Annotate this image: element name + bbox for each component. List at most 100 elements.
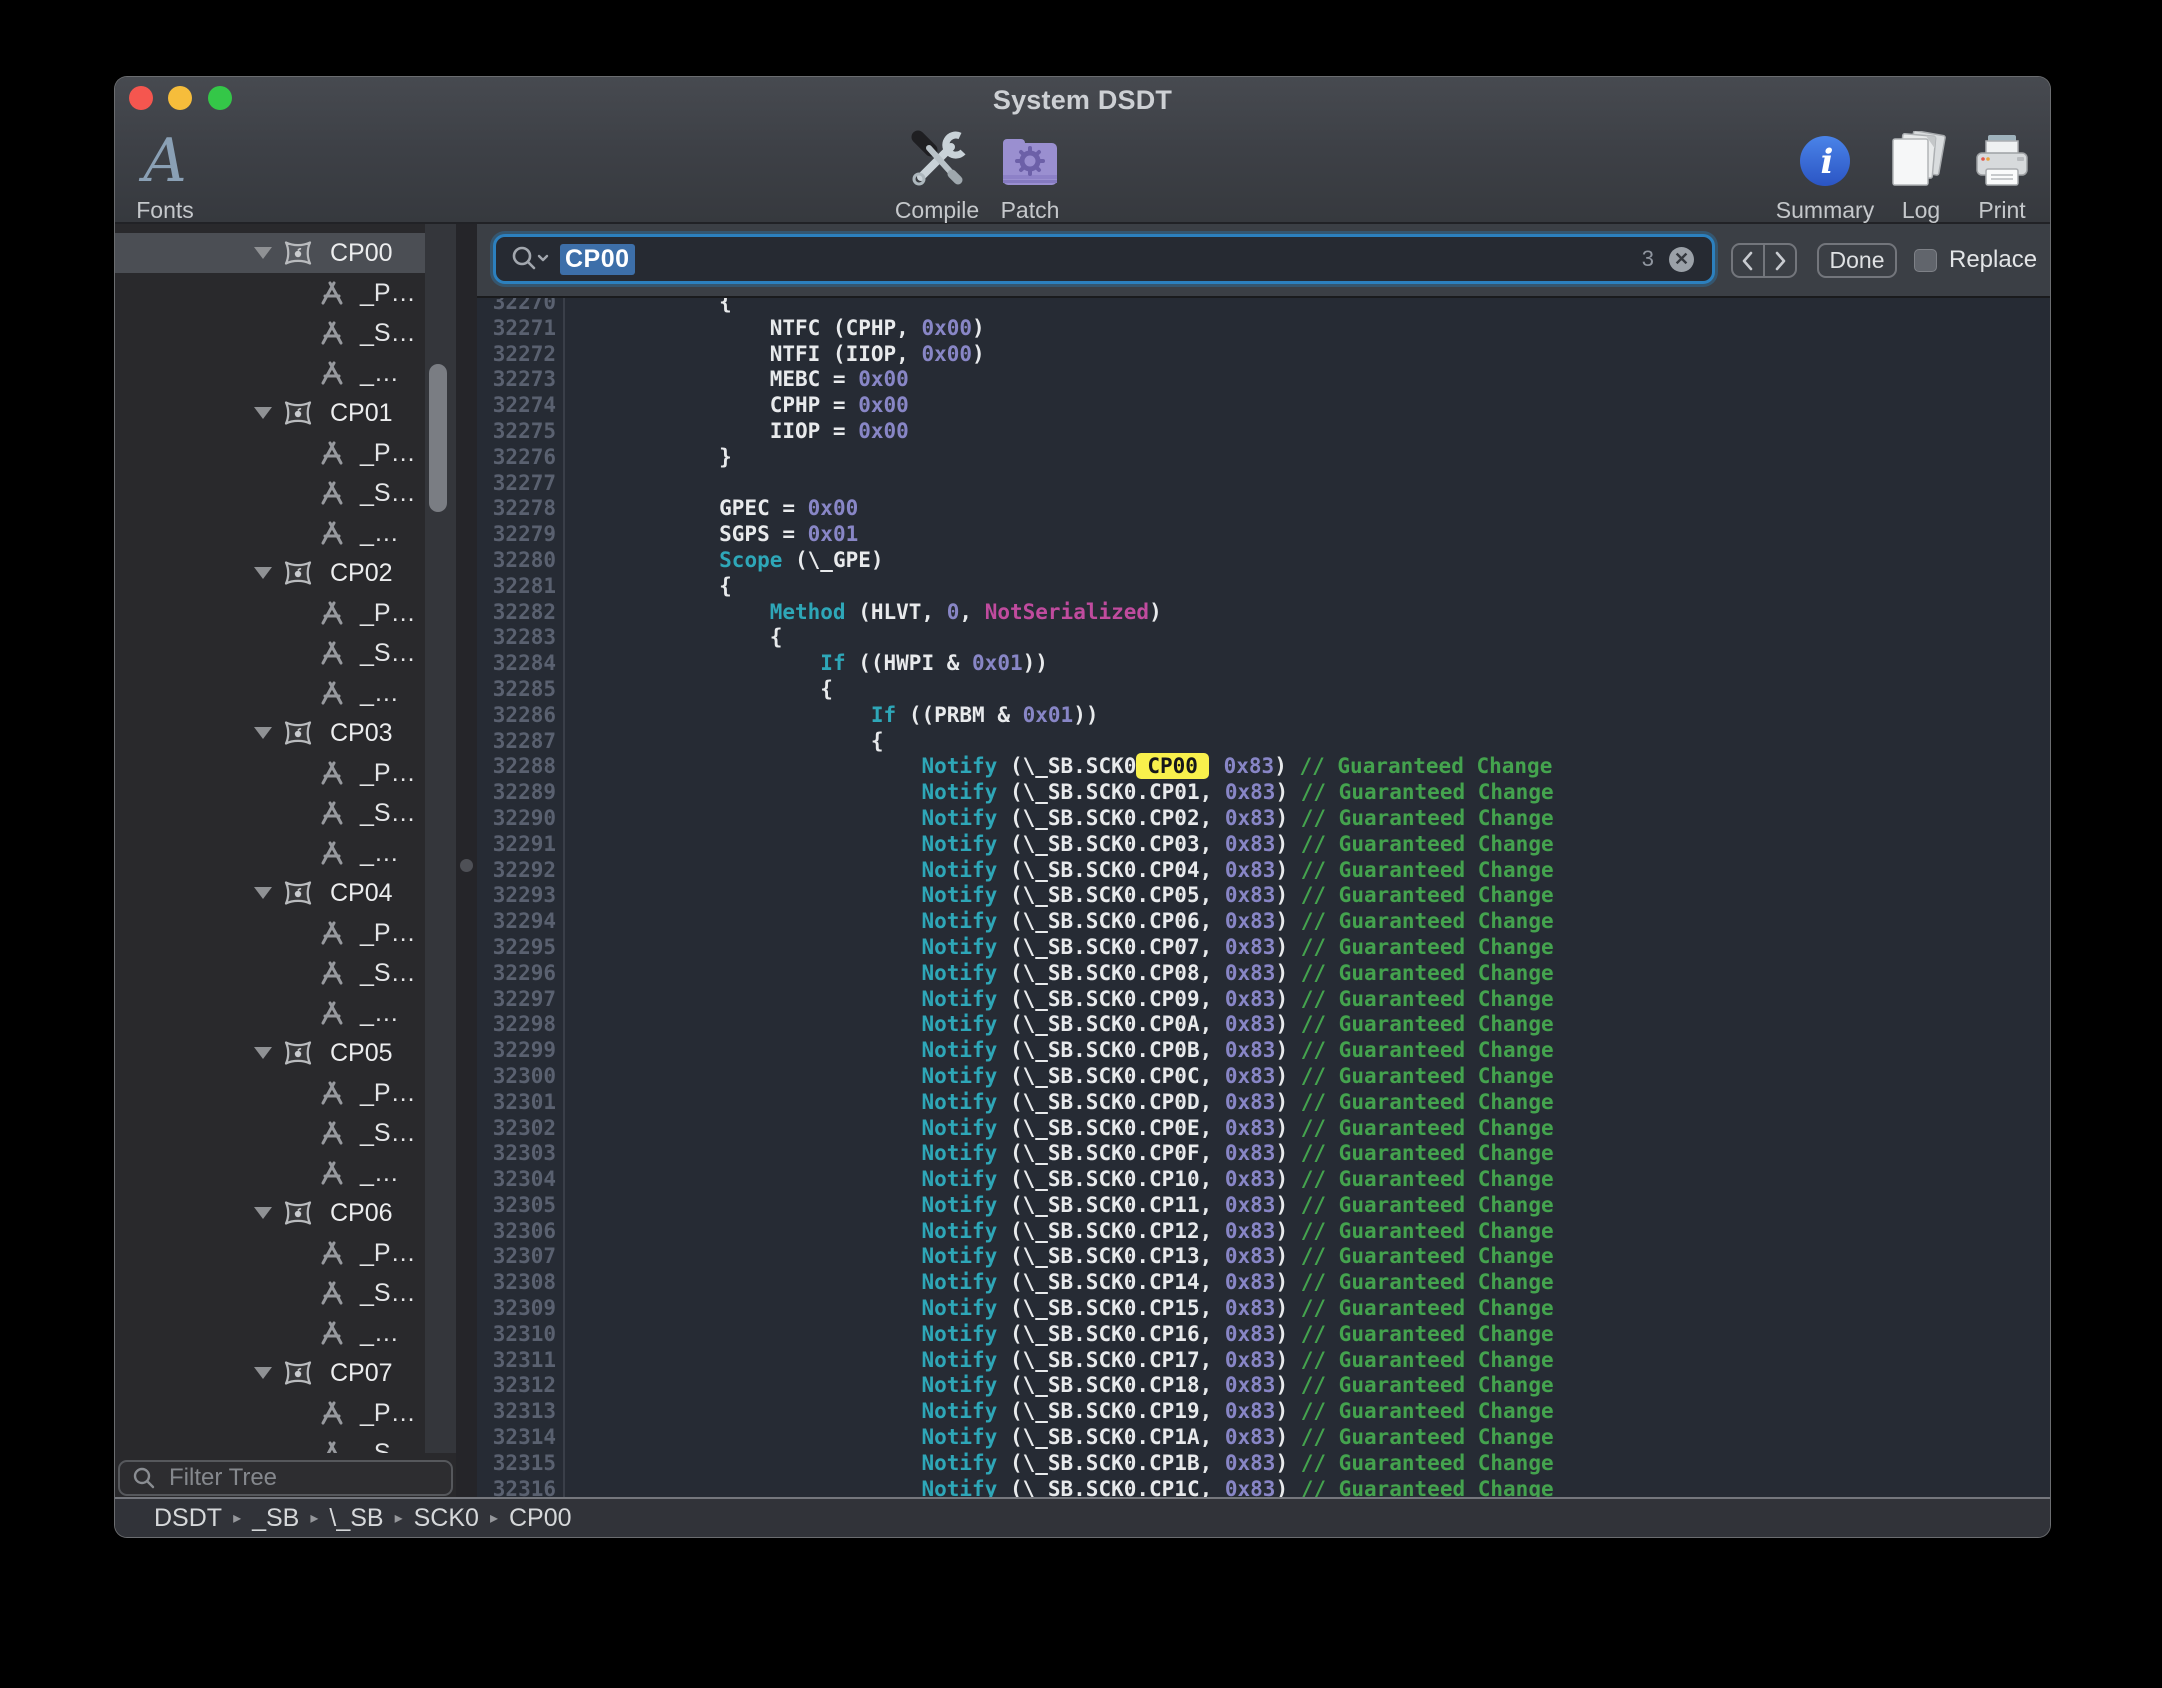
- code-line[interactable]: 32314 Notify (\_SB.SCK0.CP1A, 0x83) // G…: [477, 1425, 2050, 1451]
- disclosure-triangle-icon[interactable]: [254, 1367, 272, 1379]
- tree-scrollbar-thumb[interactable]: [429, 364, 447, 512]
- code-line[interactable]: 32290 Notify (\_SB.SCK0.CP02, 0x83) // G…: [477, 806, 2050, 832]
- disclosure-triangle-icon[interactable]: [254, 727, 272, 739]
- code-line[interactable]: 32285 {: [477, 677, 2050, 703]
- find-next-button[interactable]: [1763, 245, 1795, 276]
- code-line[interactable]: 32276 }: [477, 445, 2050, 471]
- code-line[interactable]: 32313 Notify (\_SB.SCK0.CP19, 0x83) // G…: [477, 1399, 2050, 1425]
- code-line[interactable]: 32275 IIOP = 0x00: [477, 419, 2050, 445]
- code-line[interactable]: 32273 MEBC = 0x00: [477, 367, 2050, 393]
- tree-item-cp00[interactable]: CP00: [115, 233, 456, 273]
- replace-checkbox[interactable]: [1914, 249, 1937, 272]
- tree-child-item[interactable]: _P…: [115, 1233, 456, 1273]
- code-line[interactable]: 32307 Notify (\_SB.SCK0.CP13, 0x83) // G…: [477, 1244, 2050, 1270]
- tree-item-cp07[interactable]: CP07: [115, 1353, 456, 1393]
- breadcrumb-item-sck0[interactable]: SCK0: [414, 1504, 479, 1533]
- tree-child-item[interactable]: _…: [115, 513, 456, 553]
- code-line[interactable]: 32282 Method (HLVT, 0, NotSerialized): [477, 600, 2050, 626]
- tree-item-cp05[interactable]: CP05: [115, 1033, 456, 1073]
- disclosure-triangle-icon[interactable]: [254, 567, 272, 579]
- code-line[interactable]: 32299 Notify (\_SB.SCK0.CP0B, 0x83) // G…: [477, 1038, 2050, 1064]
- tree-child-item[interactable]: _P…: [115, 273, 456, 313]
- disclosure-triangle-icon[interactable]: [254, 1207, 272, 1219]
- tree-item-cp06[interactable]: CP06: [115, 1193, 456, 1233]
- code-line[interactable]: 32312 Notify (\_SB.SCK0.CP18, 0x83) // G…: [477, 1373, 2050, 1399]
- code-line[interactable]: 32303 Notify (\_SB.SCK0.CP0F, 0x83) // G…: [477, 1141, 2050, 1167]
- acpi-tree[interactable]: CP00_P…_S…_…CP01_P…_S…_…CP02_P…_S…_…CP03…: [115, 224, 456, 1453]
- code-line[interactable]: 32274 CPHP = 0x00: [477, 393, 2050, 419]
- code-line[interactable]: 32284 If ((HWPI & 0x01)): [477, 651, 2050, 677]
- code-line[interactable]: 32310 Notify (\_SB.SCK0.CP16, 0x83) // G…: [477, 1322, 2050, 1348]
- code-line[interactable]: 32308 Notify (\_SB.SCK0.CP14, 0x83) // G…: [477, 1270, 2050, 1296]
- tree-child-item[interactable]: _P…: [115, 753, 456, 793]
- code-line[interactable]: 32309 Notify (\_SB.SCK0.CP15, 0x83) // G…: [477, 1296, 2050, 1322]
- disclosure-triangle-icon[interactable]: [254, 1047, 272, 1059]
- code-line[interactable]: 32304 Notify (\_SB.SCK0.CP10, 0x83) // G…: [477, 1167, 2050, 1193]
- tree-item-cp04[interactable]: CP04: [115, 873, 456, 913]
- tree-child-item[interactable]: _P…: [115, 1393, 456, 1433]
- breadcrumb-item-dsdt[interactable]: DSDT: [154, 1504, 222, 1533]
- code-line[interactable]: 32316 Notify (\_SB.SCK0.CP1C, 0x83) // G…: [477, 1477, 2050, 1497]
- find-previous-button[interactable]: [1733, 245, 1763, 276]
- tree-child-item[interactable]: _…: [115, 673, 456, 713]
- tree-child-item[interactable]: _S…: [115, 473, 456, 513]
- code-line[interactable]: 32283 {: [477, 625, 2050, 651]
- breadcrumb-item-_sb[interactable]: \_SB: [329, 1504, 383, 1533]
- code-line[interactable]: 32270 {: [477, 298, 2050, 316]
- code-line[interactable]: 32287 {: [477, 729, 2050, 755]
- done-button[interactable]: Done: [1817, 243, 1897, 278]
- code-line[interactable]: 32305 Notify (\_SB.SCK0.CP11, 0x83) // G…: [477, 1193, 2050, 1219]
- tree-child-item[interactable]: _…: [115, 1313, 456, 1353]
- code-line[interactable]: 32295 Notify (\_SB.SCK0.CP07, 0x83) // G…: [477, 935, 2050, 961]
- disclosure-triangle-icon[interactable]: [254, 247, 272, 259]
- code-line[interactable]: 32297 Notify (\_SB.SCK0.CP09, 0x83) // G…: [477, 987, 2050, 1013]
- code-line[interactable]: 32280 Scope (\_GPE): [477, 548, 2050, 574]
- tree-child-item[interactable]: _S…: [115, 1433, 456, 1453]
- code-line[interactable]: 32298 Notify (\_SB.SCK0.CP0A, 0x83) // G…: [477, 1012, 2050, 1038]
- tree-item-cp03[interactable]: CP03: [115, 713, 456, 753]
- clear-search-icon[interactable]: ✕: [1669, 247, 1694, 272]
- disclosure-triangle-icon[interactable]: [254, 407, 272, 419]
- tree-child-item[interactable]: _P…: [115, 1073, 456, 1113]
- code-line[interactable]: 32315 Notify (\_SB.SCK0.CP1B, 0x83) // G…: [477, 1451, 2050, 1477]
- tree-child-item[interactable]: _…: [115, 993, 456, 1033]
- code-line[interactable]: 32300 Notify (\_SB.SCK0.CP0C, 0x83) // G…: [477, 1064, 2050, 1090]
- tree-child-item[interactable]: _P…: [115, 433, 456, 473]
- tree-child-item[interactable]: _P…: [115, 593, 456, 633]
- tree-scrollbar-track[interactable]: [425, 224, 456, 1453]
- tree-child-item[interactable]: _S…: [115, 633, 456, 673]
- tree-child-item[interactable]: _…: [115, 1153, 456, 1193]
- search-icon[interactable]: [509, 244, 551, 274]
- code-line[interactable]: 32296 Notify (\_SB.SCK0.CP08, 0x83) // G…: [477, 961, 2050, 987]
- code-line[interactable]: 32278 GPEC = 0x00: [477, 496, 2050, 522]
- tree-child-item[interactable]: _…: [115, 833, 456, 873]
- disclosure-triangle-icon[interactable]: [254, 887, 272, 899]
- pane-splitter[interactable]: [456, 224, 477, 1497]
- code-line[interactable]: 32288 Notify (\_SB.SCK0CP00 0x83) // Gua…: [477, 754, 2050, 780]
- code-line[interactable]: 32281 {: [477, 574, 2050, 600]
- toolbar-item-patch[interactable]: Patch: [970, 125, 1090, 224]
- filter-tree-input[interactable]: Filter Tree: [118, 1460, 453, 1496]
- code-line[interactable]: 32311 Notify (\_SB.SCK0.CP17, 0x83) // G…: [477, 1348, 2050, 1374]
- code-line[interactable]: 32301 Notify (\_SB.SCK0.CP0D, 0x83) // G…: [477, 1090, 2050, 1116]
- tree-child-item[interactable]: _P…: [115, 913, 456, 953]
- code-line[interactable]: 32294 Notify (\_SB.SCK0.CP06, 0x83) // G…: [477, 909, 2050, 935]
- breadcrumb-item-_sb[interactable]: _SB: [252, 1504, 299, 1533]
- toolbar-item-fonts[interactable]: AFonts: [115, 125, 225, 224]
- code-line[interactable]: 32286 If ((PRBM & 0x01)): [477, 703, 2050, 729]
- splitter-handle[interactable]: [460, 859, 473, 872]
- breadcrumb-item-cp00[interactable]: CP00: [509, 1504, 572, 1533]
- code-line[interactable]: 32272 NTFI (IIOP, 0x00): [477, 342, 2050, 368]
- code-line[interactable]: 32277: [477, 471, 2050, 497]
- code-line[interactable]: 32292 Notify (\_SB.SCK0.CP04, 0x83) // G…: [477, 858, 2050, 884]
- tree-child-item[interactable]: _S…: [115, 1273, 456, 1313]
- tree-child-item[interactable]: _S…: [115, 953, 456, 993]
- tree-child-item[interactable]: _S…: [115, 313, 456, 353]
- code-line[interactable]: 32289 Notify (\_SB.SCK0.CP01, 0x83) // G…: [477, 780, 2050, 806]
- tree-item-cp02[interactable]: CP02: [115, 553, 456, 593]
- tree-child-item[interactable]: _…: [115, 353, 456, 393]
- tree-item-cp01[interactable]: CP01: [115, 393, 456, 433]
- find-input[interactable]: CP00 3 ✕: [493, 234, 1715, 284]
- code-line[interactable]: 32279 SGPS = 0x01: [477, 522, 2050, 548]
- tree-child-item[interactable]: _S…: [115, 793, 456, 833]
